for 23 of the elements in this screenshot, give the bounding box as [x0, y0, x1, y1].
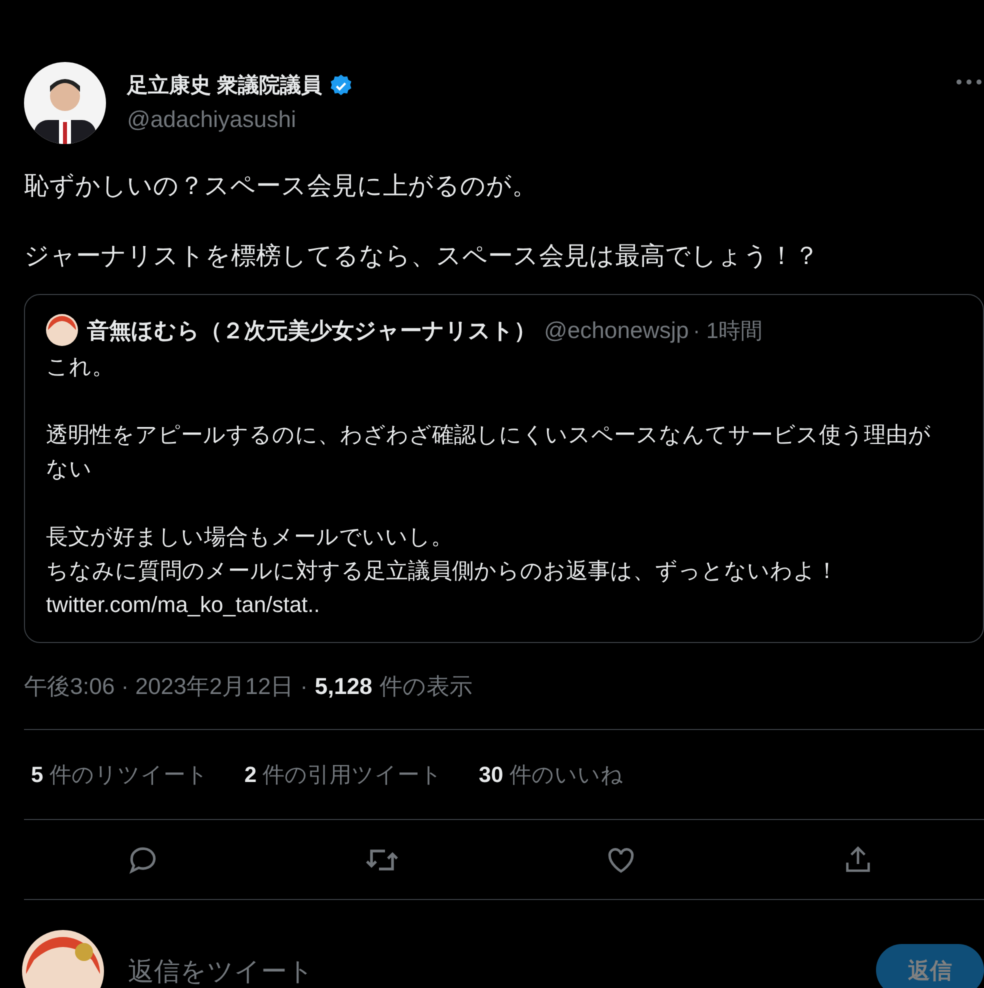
quoted-tweet-text: これ。 — [46, 352, 115, 380]
author-name[interactable]: 足立康史 衆議院議員 — [127, 70, 322, 102]
quoted-tweet-text: 透明性をアピールするのに、わざわざ確認しにくいスペースなんてサービス使う理由がない — [46, 420, 932, 482]
view-count: 5,128 — [314, 672, 372, 700]
quoted-author-name: 音無ほむら（２次元美少女ジャーナリスト） — [87, 316, 536, 345]
quoted-author-handle: @echonewsjp — [544, 316, 689, 345]
quoted-tweet-card[interactable]: 音無ほむら（２次元美少女ジャーナリスト） @echonewsjp · 1時間 これ。 透明性をアピールするのに、わざわざ確認しにくいスペースなんてサービス使う理由がない 長文が好ましい場合もメールでいいし。 ちなみに質問のメールに対する足立議員側からのお返事は、ずっとないわよ！ twitter.com/ma_ko_tan/stat.. — [24, 294, 984, 642]
engagement-stat[interactable]: 2 件の引用ツイート — [244, 758, 443, 791]
tweet-text: 恥ずかしいの？スペース会見に上がるのが。 — [24, 171, 538, 202]
reply-input-field[interactable]: 返信をツイート — [128, 952, 728, 988]
quoted-time: · 1時間 — [692, 316, 763, 345]
quoted-tweet-text: twitter.com/ma_ko_tan/stat.. — [46, 590, 321, 618]
avatar-icon — [22, 930, 104, 988]
quoted-tweet-text: ちなみに質問のメールに対する足立議員側からのお返事は、ずっとないわよ！ — [46, 556, 839, 584]
engagement-stat[interactable]: 5 件のリツイート — [31, 758, 208, 791]
tweet-timestamp[interactable]: 午後3:06 · 2023年2月12日 · — [24, 668, 308, 703]
author-handle[interactable]: @adachiyasushi — [127, 102, 956, 136]
avatar-icon — [46, 314, 78, 346]
more-options-icon[interactable] — [956, 78, 982, 86]
views-label: 件の表示 — [379, 672, 472, 700]
quoted-tweet-text: 長文が好ましい場合もメールでいいし。 — [46, 522, 454, 550]
tweet-text: ジャーナリストを標榜してるなら、スペース会見は最高でしょう！？ — [24, 241, 820, 272]
engagement-stat[interactable]: 30 件のいいね — [478, 758, 624, 791]
